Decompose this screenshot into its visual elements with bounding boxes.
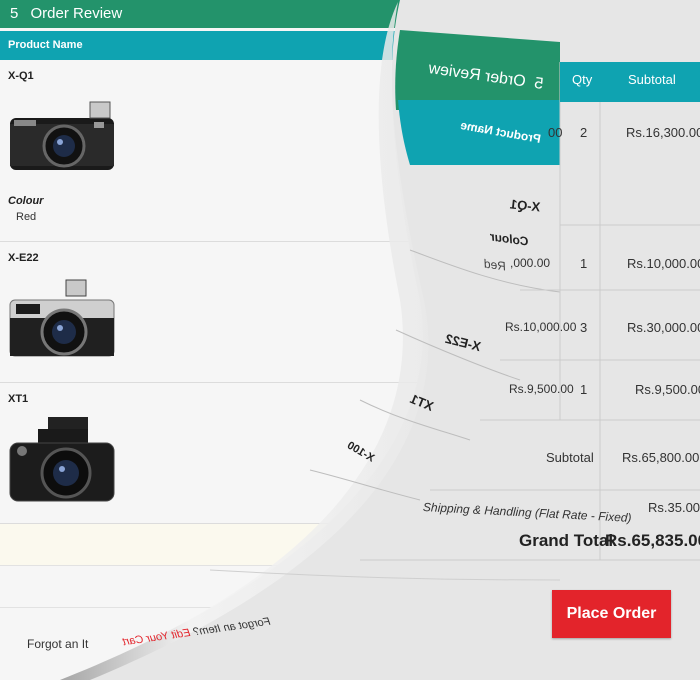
price-cell: Rs.10,000.00 <box>505 320 577 334</box>
shipping-value: Rs.35.00 <box>648 500 700 515</box>
subtotal-column-header: Subtotal <box>628 72 676 87</box>
subtotal-cell: Rs.9,500.00 <box>635 382 700 397</box>
subtotal-cell: Rs.16,300.00 <box>626 125 700 140</box>
curl-product-name: X-Q1 <box>509 196 542 215</box>
subtotal-value: Rs.65,800.00 <box>622 450 700 465</box>
qty-cell[interactable]: 1 <box>580 256 587 271</box>
subtotal-label: Subtotal <box>546 450 594 465</box>
grand-total-label: Grand Total <box>519 531 614 550</box>
page-curl <box>60 0 700 680</box>
place-order-button[interactable]: Place Order <box>552 590 671 638</box>
curl-option-value: Red <box>483 256 507 274</box>
qty-column-header: Qty <box>572 72 593 87</box>
qty-cell[interactable]: 2 <box>580 125 587 140</box>
subtotal-cell: Rs.10,000.00 <box>627 256 700 271</box>
qty-cell[interactable]: 1 <box>580 382 587 397</box>
right-column-header: Qty Subtotal <box>560 62 700 102</box>
price-cell: Rs.9,500.00 <box>509 382 574 396</box>
price-cell-partial: ,000.00 <box>510 256 551 270</box>
grand-total-value: Rs.65,835.00 <box>605 531 700 550</box>
subtotal-cell: Rs.30,000.00 <box>627 320 700 335</box>
price-cell-partial: 00 <box>548 125 563 140</box>
qty-cell[interactable]: 3 <box>580 320 587 335</box>
